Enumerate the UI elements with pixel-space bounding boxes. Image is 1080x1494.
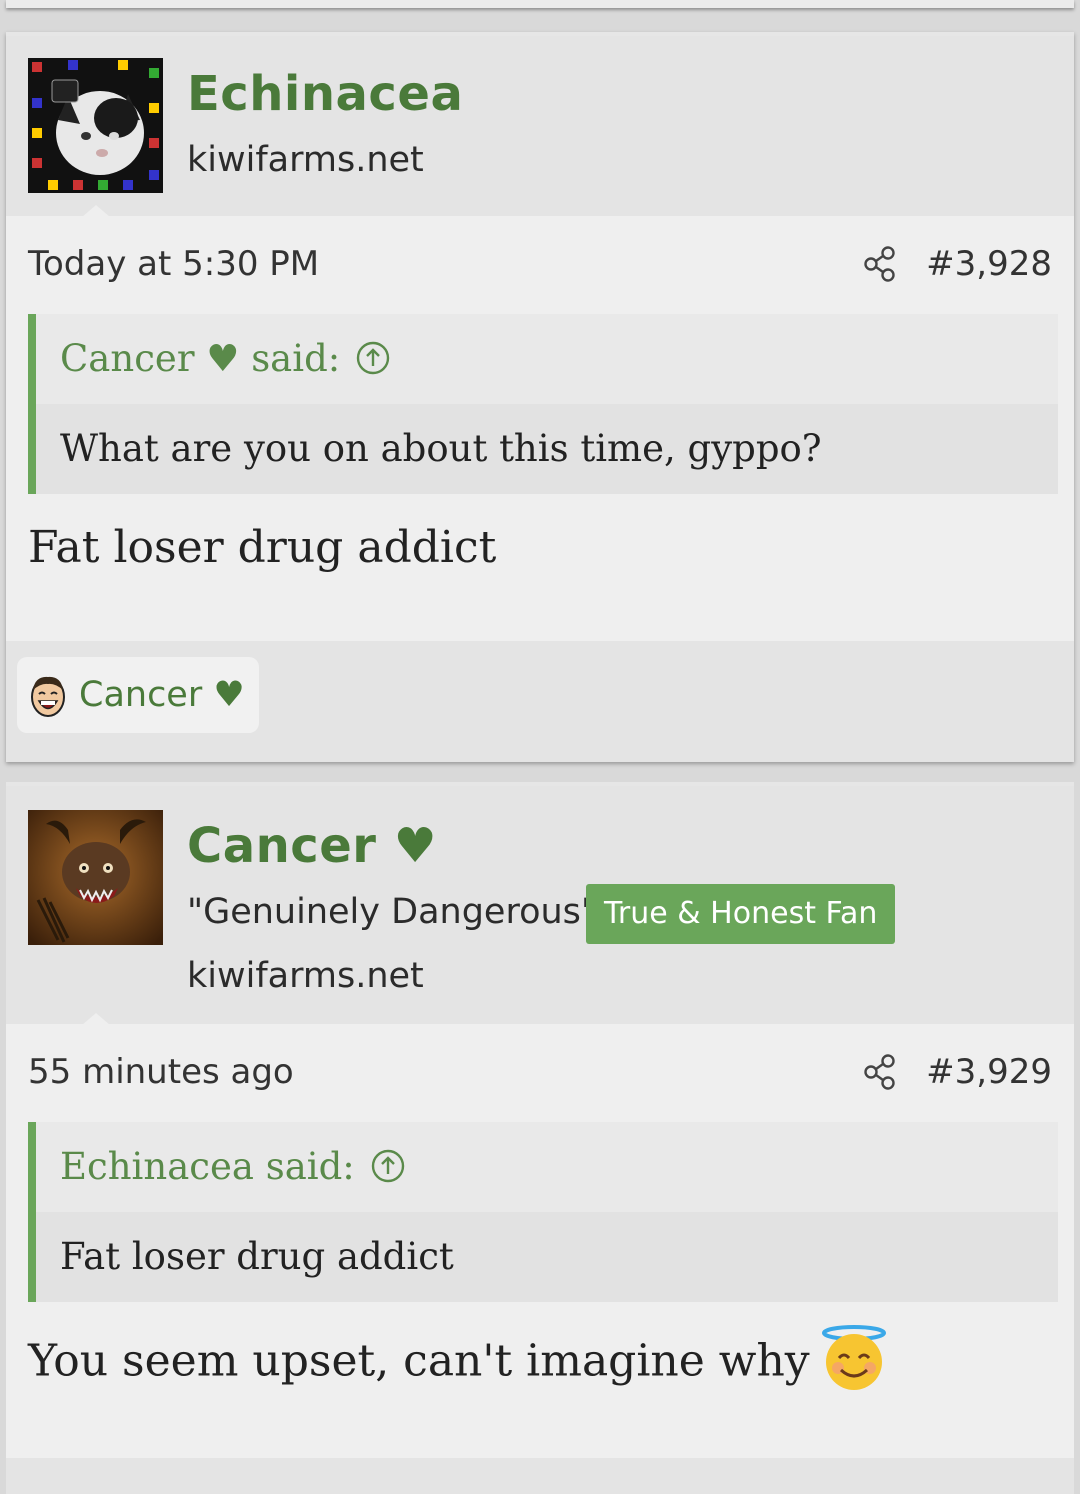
username[interactable]: Echinacea — [187, 66, 463, 122]
post: Echinacea kiwifarms.net Today at 5:30 PM… — [6, 32, 1074, 762]
post-time[interactable]: Today at 5:30 PM — [28, 244, 319, 284]
quote-header[interactable]: Cancer ♥ said: — [36, 314, 1058, 404]
quote-text: Fat loser drug addict — [36, 1212, 1058, 1302]
post-message: You seem upset, can't imagine why — [28, 1325, 888, 1398]
user-site: kiwifarms.net — [187, 956, 424, 996]
quote-text: What are you on about this time, gyppo? — [36, 404, 1058, 494]
post: Cancer ♥ "Genuinely Dangerous" True & Ho… — [6, 782, 1074, 1494]
user-avatar[interactable] — [28, 810, 163, 945]
share-icon[interactable] — [862, 1052, 898, 1092]
user-avatar[interactable] — [28, 58, 163, 193]
reaction-user[interactable]: Cancer ♥ — [79, 675, 245, 715]
quote-header[interactable]: Echinacea said: — [36, 1122, 1058, 1212]
smiling-face-with-halo-icon — [821, 1325, 886, 1390]
quote-block: Echinacea said: Fat loser drug addict — [28, 1122, 1058, 1302]
cat-avatar-icon — [28, 58, 163, 193]
reactions-bar: Cancer ♥ — [6, 641, 1074, 762]
user-title: "Genuinely Dangerous" — [187, 892, 598, 932]
quote-author[interactable]: Cancer ♥ said: — [60, 337, 340, 380]
arrow-up-circle-icon[interactable] — [356, 341, 390, 375]
post-number[interactable]: #3,929 — [926, 1052, 1052, 1092]
reaction-chip[interactable]: Cancer ♥ — [17, 657, 259, 733]
krampus-avatar-icon — [28, 810, 163, 945]
share-icon[interactable] — [862, 244, 898, 284]
user-header: Cancer ♥ "Genuinely Dangerous" True & Ho… — [6, 786, 1074, 1025]
previous-post-edge — [6, 0, 1074, 8]
post-message: Fat loser drug addict — [28, 522, 497, 573]
post-footer — [6, 1458, 1074, 1494]
quote-block: Cancer ♥ said: What are you on about thi… — [28, 314, 1058, 494]
user-header: Echinacea kiwifarms.net — [6, 36, 1074, 217]
laughing-face-icon — [31, 676, 65, 717]
user-banner: True & Honest Fan — [586, 884, 896, 944]
post-message-text: You seem upset, can't imagine why — [28, 1335, 810, 1387]
arrow-up-circle-icon[interactable] — [371, 1149, 405, 1183]
username[interactable]: Cancer ♥ — [187, 818, 437, 874]
quote-author[interactable]: Echinacea said: — [60, 1145, 355, 1188]
post-time[interactable]: 55 minutes ago — [28, 1052, 294, 1092]
user-site: kiwifarms.net — [187, 140, 424, 180]
post-number[interactable]: #3,928 — [926, 244, 1052, 284]
